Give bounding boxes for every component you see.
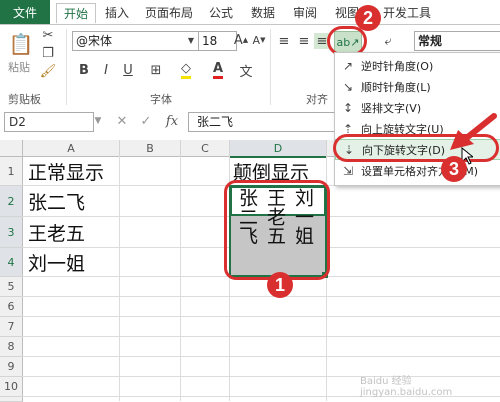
paste-label[interactable]: 粘贴	[8, 59, 36, 75]
row-header[interactable]: 7	[0, 317, 23, 337]
step-badge-2: 2	[355, 5, 381, 31]
cell-a1[interactable]: 正常显示	[28, 157, 104, 185]
menu-item-clockwise[interactable]: ↘ 顺时针角度(L)	[335, 76, 500, 97]
gridline	[180, 156, 181, 401]
shrink-font-icon[interactable]: A ▼	[252, 31, 266, 49]
select-all-corner[interactable]	[0, 140, 23, 157]
gridline	[22, 316, 500, 317]
menu-item-label: 逆时针角度(O)	[361, 59, 434, 73]
step-badge-1: 1	[267, 272, 293, 298]
column-header-b[interactable]: B	[120, 140, 181, 157]
gridline	[22, 296, 500, 297]
cells-highlight-ring	[224, 180, 330, 280]
row-header[interactable]: 4	[0, 248, 23, 277]
cell-a3[interactable]: 王老五	[28, 217, 85, 247]
row-header[interactable]: 6	[0, 297, 23, 317]
cell-a4[interactable]: 刘一姐	[28, 248, 85, 276]
row-header[interactable]	[0, 397, 23, 402]
tab-data[interactable]: 数据	[246, 3, 280, 22]
tab-page-layout[interactable]: 页面布局	[140, 3, 198, 22]
gridline	[22, 356, 500, 357]
cancel-icon[interactable]: ✕	[114, 112, 130, 130]
bold-button[interactable]: B	[76, 61, 92, 79]
font-size-select[interactable]: 18	[198, 31, 237, 51]
column-header-c[interactable]: C	[181, 140, 230, 157]
row-header[interactable]: 5	[0, 277, 23, 297]
column-header-a[interactable]: A	[23, 140, 120, 157]
tab-insert[interactable]: 插入	[100, 3, 134, 22]
gridline	[119, 156, 120, 401]
vertical-text-icon: ↕	[342, 100, 354, 115]
grow-font-icon[interactable]: A ▲	[234, 31, 248, 49]
clipboard-group-label: 剪贴板	[8, 93, 41, 106]
ribbon-tab-bar: 文件 开始 插入 页面布局 公式 数据 审阅 视图 开发工具	[0, 0, 500, 24]
name-box[interactable]: D2	[4, 112, 94, 132]
font-color-icon[interactable]: A	[208, 61, 228, 79]
cut-icon[interactable]: ✂	[40, 27, 56, 43]
menu-item-format-alignment[interactable]: ⇲ 设置单元格对齐方式(M)	[335, 160, 500, 181]
tab-home[interactable]: 开始	[56, 3, 96, 23]
counterclockwise-icon: ↗	[342, 58, 354, 73]
phonetic-icon[interactable]: 文	[236, 61, 256, 80]
gridline	[22, 336, 500, 337]
tab-developer[interactable]: 开发工具	[378, 3, 436, 22]
row-header[interactable]: 10	[0, 377, 23, 397]
insert-function-icon[interactable]: fx	[162, 112, 182, 130]
border-icon[interactable]: ⊞	[146, 61, 166, 79]
alignment-group-label: 对齐	[306, 93, 328, 106]
row-header[interactable]: 2	[0, 186, 23, 217]
row-header[interactable]: 3	[0, 217, 23, 248]
enter-icon[interactable]: ✓	[138, 112, 154, 130]
baidu-watermark: Baidu 经验 jingyan.baidu.com	[360, 376, 453, 398]
number-format-select[interactable]: 常规	[414, 31, 500, 51]
tab-review[interactable]: 审阅	[288, 3, 322, 22]
clockwise-icon: ↘	[342, 79, 354, 94]
cell-a2[interactable]: 张二飞	[28, 186, 85, 216]
align-middle-icon[interactable]: ≡	[296, 33, 312, 49]
format-painter-icon[interactable]: 🖌	[40, 63, 57, 79]
row-header[interactable]: 9	[0, 357, 23, 377]
italic-button[interactable]: I	[98, 61, 114, 79]
step-badge-3: 3	[441, 156, 467, 182]
paste-icon[interactable]: 📋	[8, 29, 34, 59]
font-name-select[interactable]: @宋体	[72, 31, 199, 51]
fill-color-icon[interactable]: ◇	[176, 61, 196, 79]
formula-input[interactable]: 张二飞	[188, 112, 348, 132]
row-header[interactable]: 1	[0, 157, 23, 186]
column-header-d[interactable]: D	[230, 140, 327, 158]
format-alignment-icon: ⇲	[342, 163, 354, 178]
menu-item-label: 竖排文字(V)	[361, 101, 422, 115]
divider	[66, 29, 67, 105]
menu-item-label: 顺时针角度(L)	[361, 80, 431, 94]
tab-file[interactable]: 文件	[0, 0, 50, 24]
tab-formulas[interactable]: 公式	[204, 3, 238, 22]
copy-icon[interactable]: ❐	[40, 45, 56, 61]
name-box-chevron-icon[interactable]: ▼	[94, 114, 102, 128]
underline-button[interactable]: U	[120, 61, 136, 79]
divider	[270, 29, 271, 105]
row-header[interactable]: 8	[0, 337, 23, 357]
chevron-down-icon[interactable]: ▼	[186, 32, 196, 48]
font-group-label: 字体	[150, 93, 172, 106]
wrap-text-icon[interactable]: ⤶	[380, 33, 396, 49]
menu-item-counterclockwise[interactable]: ↗ 逆时针角度(O)	[335, 55, 500, 76]
align-top-icon[interactable]: ≡	[276, 33, 292, 49]
pointer-arrow-icon	[450, 113, 497, 150]
